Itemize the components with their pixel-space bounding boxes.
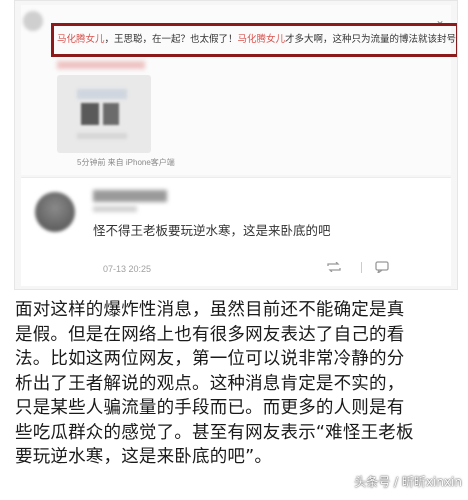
post-meta: 5分钟前 来自 iPhone客户端 — [77, 158, 175, 167]
article-line: 是假。但是在网络上也有很多网友表达了自己的看 — [15, 324, 405, 345]
post-quote: 马化腾女儿，王思聪，在一起？也太假了！马化腾女儿才多大啊，这种只为流量的博法就该… — [57, 31, 458, 45]
article-line: 析出了王者解说的观点。这种消息肯定是不实的， — [15, 373, 405, 394]
poster-avatar — [23, 11, 43, 31]
comment-time: 07-13 20:25 — [103, 264, 152, 274]
action-divider — [361, 262, 362, 273]
comment-icon[interactable] — [375, 261, 389, 273]
article-line: 要玩逆水寒，这是来卧底的吧”。 — [15, 447, 273, 467]
repost-icon[interactable] — [327, 262, 341, 272]
comment-text: 怪不得王老板要玩逆水寒，这是来卧底的吧 — [93, 223, 331, 238]
article-line: 只是某些人骗流量的手段而已。而更多的人则是有 — [15, 398, 405, 418]
commenter-avatar[interactable] — [35, 192, 75, 232]
article-line: 些吃瓜群众的感觉了。甚至有网友表示“难怪王老板 — [15, 422, 414, 443]
weibo-screenshot: ⌄ 马化腾女儿，王思聪，在一起？也太假了！马化腾女儿才多大啊，这种只为流量的博法… — [14, 0, 458, 290]
watermark: 头条号 / 昕昕xinxin — [354, 475, 462, 489]
quote-text: 才多大啊，这种只为流量的博法就该封号。 — [285, 34, 458, 45]
article-line: 法。比如这两位网友，第一位可以说非常冷静的分 — [15, 349, 405, 369]
quote-text: ，王思聪，在一起？也太假了！ — [104, 34, 238, 45]
post-image-thumbnail[interactable] — [57, 75, 151, 153]
commenter-subtitle-blurred — [93, 206, 137, 212]
article-line: 面对这样的爆炸性消息，虽然目前还不能确定是真 — [15, 300, 405, 320]
quote-tag[interactable]: 马化腾女儿 — [57, 34, 105, 45]
article-paragraph: 面对这样的爆炸性消息，虽然目前还不能确定是真 是假。但是在网络上也有很多网友表达… — [15, 298, 455, 470]
quote-tag[interactable]: 马化腾女儿 — [238, 34, 286, 45]
blurred-link — [57, 61, 145, 69]
comment-card: 怪不得王老板要玩逆水寒，这是来卧底的吧 07-13 20:25 — [21, 177, 451, 286]
weibo-post-card: ⌄ 马化腾女儿，王思聪，在一起？也太假了！马化腾女儿才多大啊，这种只为流量的博法… — [21, 5, 457, 175]
commenter-name-blurred — [93, 190, 167, 202]
